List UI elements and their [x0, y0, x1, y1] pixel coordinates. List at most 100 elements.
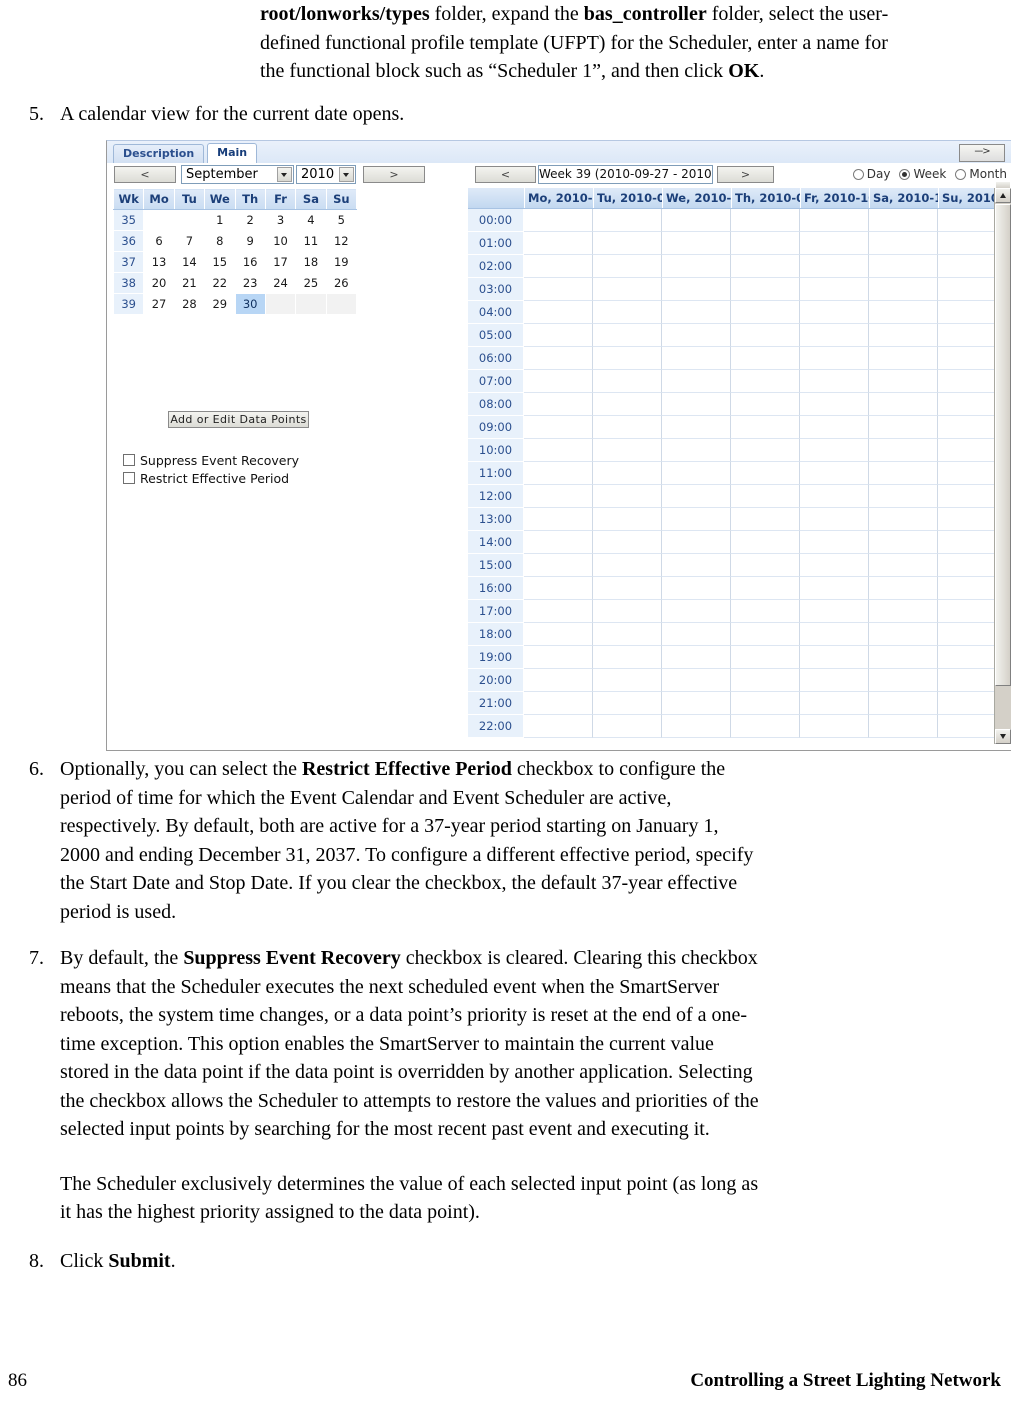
week-grid-slot[interactable]	[662, 715, 731, 738]
week-grid-slot[interactable]	[593, 301, 662, 324]
week-grid-slot[interactable]	[800, 577, 869, 600]
week-grid-slot[interactable]	[662, 324, 731, 347]
week-grid-scrollbar[interactable]	[994, 188, 1011, 744]
scrollbar-thumb[interactable]	[995, 204, 1011, 686]
week-grid-slot[interactable]	[869, 669, 938, 692]
week-grid-slot[interactable]	[731, 301, 800, 324]
week-grid-slot[interactable]	[524, 439, 593, 462]
add-or-edit-data-points-button[interactable]: Add or Edit Data Points	[168, 411, 309, 428]
week-grid-slot[interactable]	[800, 669, 869, 692]
mini-calendar-day[interactable]: 22	[204, 272, 236, 294]
week-grid-slot[interactable]	[524, 232, 593, 255]
week-grid-slot[interactable]	[731, 669, 800, 692]
week-grid-slot[interactable]	[662, 278, 731, 301]
week-grid-slot[interactable]	[869, 347, 938, 370]
mini-calendar-day[interactable]: 7	[173, 230, 206, 252]
week-grid-slot[interactable]	[800, 462, 869, 485]
checkbox-icon-restrict-effective-period[interactable]	[123, 472, 135, 484]
week-grid-slot[interactable]	[800, 232, 869, 255]
week-grid-slot[interactable]	[593, 577, 662, 600]
week-grid-slot[interactable]	[800, 715, 869, 738]
week-grid-slot[interactable]	[731, 485, 800, 508]
week-grid-slot[interactable]	[731, 232, 800, 255]
week-grid-slot[interactable]	[800, 347, 869, 370]
week-grid-slot[interactable]	[524, 370, 593, 393]
week-grid-slot[interactable]	[869, 370, 938, 393]
week-grid-slot[interactable]	[662, 347, 731, 370]
week-grid-slot[interactable]	[869, 600, 938, 623]
mini-calendar-day[interactable]: 25	[295, 272, 327, 294]
week-grid-slot[interactable]	[869, 623, 938, 646]
week-grid-slot[interactable]	[662, 692, 731, 715]
prev-month-button[interactable]: <	[114, 166, 176, 183]
mini-calendar-day[interactable]: 23	[234, 272, 266, 294]
week-grid-slot[interactable]	[524, 623, 593, 646]
week-grid-slot[interactable]	[593, 646, 662, 669]
mini-calendar-day[interactable]: 24	[264, 272, 297, 294]
week-grid-slot[interactable]	[731, 324, 800, 347]
week-grid-slot[interactable]	[593, 554, 662, 577]
week-grid-slot[interactable]	[800, 209, 869, 232]
week-grid-slot[interactable]	[800, 370, 869, 393]
mini-calendar-day[interactable]: 10	[264, 230, 297, 252]
scroll-up-icon[interactable]	[995, 188, 1011, 203]
week-grid-slot[interactable]	[662, 232, 731, 255]
month-select[interactable]: September	[181, 165, 294, 184]
week-grid-slot[interactable]	[524, 600, 593, 623]
week-grid-slot[interactable]	[800, 485, 869, 508]
week-grid-slot[interactable]	[869, 462, 938, 485]
week-grid-slot[interactable]	[662, 508, 731, 531]
week-grid-slot[interactable]	[662, 416, 731, 439]
week-grid-slot[interactable]	[869, 531, 938, 554]
week-grid-slot[interactable]	[800, 416, 869, 439]
week-grid-slot[interactable]	[662, 669, 731, 692]
mini-calendar-day[interactable]: 12	[325, 230, 358, 252]
week-grid-slot[interactable]	[593, 508, 662, 531]
week-grid-slot[interactable]	[731, 646, 800, 669]
week-grid-slot[interactable]	[662, 370, 731, 393]
week-grid-slot[interactable]	[869, 715, 938, 738]
week-grid-slot[interactable]	[800, 278, 869, 301]
mini-calendar-day[interactable]: 29	[204, 293, 236, 315]
week-grid-slot[interactable]	[731, 209, 800, 232]
scroll-down-wrap[interactable]	[995, 729, 1011, 744]
week-grid-slot[interactable]	[800, 623, 869, 646]
week-grid-slot[interactable]	[524, 416, 593, 439]
week-grid-slot[interactable]	[524, 646, 593, 669]
week-grid-slot[interactable]	[662, 600, 731, 623]
mini-calendar-week-number[interactable]: 37	[112, 251, 145, 273]
week-grid-slot[interactable]	[524, 531, 593, 554]
mini-calendar-day[interactable]: 28	[173, 293, 206, 315]
week-grid-slot[interactable]	[800, 554, 869, 577]
mini-calendar-day[interactable]: 30	[234, 293, 266, 315]
week-grid-slot[interactable]	[800, 439, 869, 462]
mini-calendar-day[interactable]: 20	[143, 272, 175, 294]
view-mode-week[interactable]: Week	[899, 167, 946, 181]
week-grid-slot[interactable]	[869, 439, 938, 462]
week-grid-slot[interactable]	[731, 554, 800, 577]
week-grid-slot[interactable]	[593, 715, 662, 738]
expand-arrow-button[interactable]: --->	[959, 144, 1005, 162]
prev-week-button[interactable]: <	[475, 166, 536, 183]
week-grid-slot[interactable]	[869, 255, 938, 278]
week-grid-slot[interactable]	[524, 692, 593, 715]
year-select[interactable]: 2010	[296, 165, 356, 184]
week-grid-slot[interactable]	[731, 439, 800, 462]
mini-calendar-day[interactable]: 16	[234, 251, 266, 273]
week-grid-slot[interactable]	[800, 692, 869, 715]
week-grid-slot[interactable]	[869, 393, 938, 416]
week-grid-slot[interactable]	[593, 623, 662, 646]
week-grid-slot[interactable]	[593, 255, 662, 278]
week-grid-slot[interactable]	[662, 301, 731, 324]
week-grid-slot[interactable]	[869, 278, 938, 301]
week-grid-slot[interactable]	[662, 485, 731, 508]
week-grid-slot[interactable]	[731, 531, 800, 554]
mini-calendar-day[interactable]: 11	[295, 230, 327, 252]
scroll-down-icon[interactable]	[995, 729, 1011, 744]
checkbox-suppress-event-recovery[interactable]: Suppress Event Recovery	[123, 451, 299, 469]
week-grid-slot[interactable]	[731, 577, 800, 600]
week-grid-slot[interactable]	[593, 692, 662, 715]
week-grid-slot[interactable]	[593, 669, 662, 692]
week-grid-slot[interactable]	[731, 508, 800, 531]
mini-calendar-day[interactable]: 6	[143, 230, 175, 252]
